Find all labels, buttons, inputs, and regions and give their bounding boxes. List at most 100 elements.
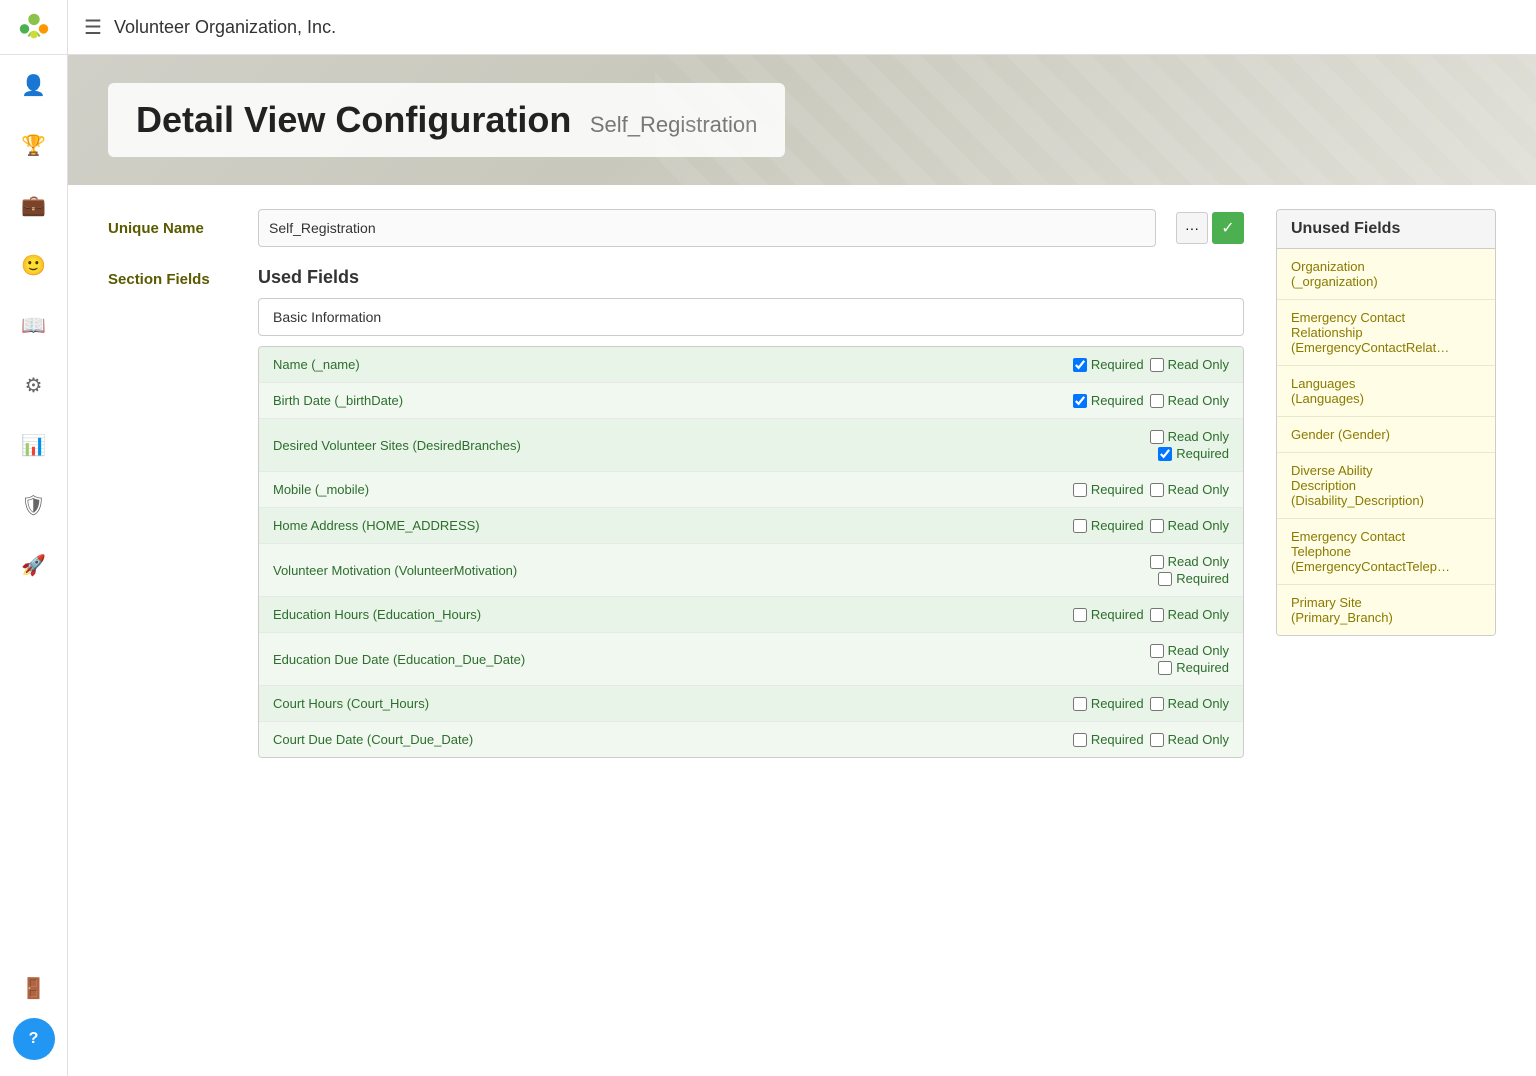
required-checkbox[interactable]: [1158, 447, 1172, 461]
readonly-label[interactable]: Read Only: [1150, 429, 1229, 444]
required-checkbox[interactable]: [1073, 697, 1087, 711]
field-row: Birth Date (_birthDate) Required Read On…: [259, 383, 1243, 419]
unused-fields-list: Organization(_organization) Emergency Co…: [1277, 249, 1495, 635]
required-label[interactable]: Required: [1158, 446, 1229, 461]
required-label[interactable]: Required: [1073, 518, 1144, 533]
readonly-checkbox[interactable]: [1150, 519, 1164, 533]
unused-field-item[interactable]: Emergency ContactRelationship(EmergencyC…: [1277, 300, 1495, 366]
unused-field-item[interactable]: Gender (Gender): [1277, 417, 1495, 453]
readonly-label[interactable]: Read Only: [1150, 482, 1229, 497]
unused-field-item[interactable]: Primary Site(Primary_Branch): [1277, 585, 1495, 635]
readonly-checkbox[interactable]: [1150, 697, 1164, 711]
field-row: Volunteer Motivation (VolunteerMotivatio…: [259, 544, 1243, 597]
fields-list: Name (_name) Required Read Only: [258, 346, 1244, 758]
award-icon[interactable]: 🏆: [0, 115, 68, 175]
required-checkbox[interactable]: [1073, 394, 1087, 408]
field-row: Mobile (_mobile) Required Read Only: [259, 472, 1243, 508]
readonly-label[interactable]: Read Only: [1150, 732, 1229, 747]
book-icon[interactable]: 📖: [0, 295, 68, 355]
readonly-checkbox[interactable]: [1150, 644, 1164, 658]
help-button[interactable]: ?: [13, 1018, 55, 1060]
required-label[interactable]: Required: [1073, 482, 1144, 497]
readonly-label[interactable]: Read Only: [1150, 393, 1229, 408]
used-fields-header: Used Fields: [258, 267, 1244, 288]
sidebar: 👤 🏆 💼 🙂 📖 ⚙ 📊 🛡 🚀 🚪 ?: [0, 0, 68, 1076]
left-column: Unique Name Self_Registration ··· ✓ Sect…: [108, 209, 1244, 1052]
confirm-button[interactable]: ✓: [1212, 212, 1244, 244]
unique-name-label: Unique Name: [108, 220, 238, 237]
readonly-checkbox[interactable]: [1150, 430, 1164, 444]
field-label: Birth Date (_birthDate): [273, 393, 1065, 408]
required-checkbox[interactable]: [1073, 483, 1087, 497]
briefcase-icon[interactable]: 💼: [0, 175, 68, 235]
required-label[interactable]: Required: [1158, 660, 1229, 675]
readonly-label[interactable]: Read Only: [1150, 357, 1229, 372]
unused-field-item[interactable]: Languages(Languages): [1277, 366, 1495, 417]
main-area: ☰ Volunteer Organization, Inc. Detail Vi…: [68, 0, 1536, 1076]
field-label: Desired Volunteer Sites (DesiredBranches…: [273, 438, 1142, 453]
unused-fields-panel: Unused Fields Organization(_organization…: [1276, 209, 1496, 636]
field-label: Name (_name): [273, 357, 1065, 372]
logo: [0, 0, 68, 55]
person-icon[interactable]: 👤: [0, 55, 68, 115]
page-subtitle: Self_Registration: [590, 112, 758, 137]
shield-icon[interactable]: 🛡: [0, 475, 68, 535]
readonly-checkbox[interactable]: [1150, 608, 1164, 622]
field-row: Home Address (HOME_ADDRESS) Required Rea…: [259, 508, 1243, 544]
required-label[interactable]: Required: [1073, 357, 1144, 372]
required-checkbox[interactable]: [1073, 358, 1087, 372]
gear-icon[interactable]: ⚙: [0, 355, 68, 415]
sidebar-bottom: 🚪 ?: [0, 958, 67, 1076]
field-checks: Required Read Only: [1073, 482, 1229, 497]
readonly-checkbox[interactable]: [1150, 358, 1164, 372]
required-checkbox[interactable]: [1073, 519, 1087, 533]
unused-field-item[interactable]: Emergency ContactTelephone(EmergencyCont…: [1277, 519, 1495, 585]
required-checkbox[interactable]: [1158, 572, 1172, 586]
field-checks: Required Read Only: [1073, 357, 1229, 372]
required-label[interactable]: Required: [1073, 732, 1144, 747]
field-checks: Read Only Required: [1150, 429, 1229, 461]
smile-icon[interactable]: 🙂: [0, 235, 68, 295]
required-checkbox[interactable]: [1073, 608, 1087, 622]
readonly-label[interactable]: Read Only: [1150, 696, 1229, 711]
rocket-icon[interactable]: 🚀: [0, 535, 68, 595]
field-checks: Required Read Only: [1073, 518, 1229, 533]
unique-name-input[interactable]: Self_Registration: [258, 209, 1156, 247]
right-column: Unused Fields Organization(_organization…: [1276, 209, 1496, 1052]
logout-icon[interactable]: 🚪: [0, 958, 68, 1018]
field-label: Education Due Date (Education_Due_Date): [273, 652, 1142, 667]
field-label: Education Hours (Education_Hours): [273, 607, 1065, 622]
readonly-label[interactable]: Read Only: [1150, 554, 1229, 569]
readonly-checkbox[interactable]: [1150, 733, 1164, 747]
banner-box: Detail View Configuration Self_Registrat…: [108, 83, 785, 157]
required-checkbox[interactable]: [1158, 661, 1172, 675]
readonly-checkbox[interactable]: [1150, 394, 1164, 408]
menu-icon[interactable]: ☰: [84, 15, 102, 40]
unused-field-item[interactable]: Organization(_organization): [1277, 249, 1495, 300]
required-label[interactable]: Required: [1073, 607, 1144, 622]
section-name-input[interactable]: Basic Information: [258, 298, 1244, 336]
readonly-label[interactable]: Read Only: [1150, 643, 1229, 658]
banner: Detail View Configuration Self_Registrat…: [68, 55, 1536, 185]
required-label[interactable]: Required: [1073, 696, 1144, 711]
readonly-checkbox[interactable]: [1150, 483, 1164, 497]
field-label: Volunteer Motivation (VolunteerMotivatio…: [273, 563, 1142, 578]
unique-name-row: Unique Name Self_Registration ··· ✓: [108, 209, 1244, 247]
readonly-label[interactable]: Read Only: [1150, 607, 1229, 622]
field-label: Court Hours (Court_Hours): [273, 696, 1065, 711]
content-area: Unique Name Self_Registration ··· ✓ Sect…: [68, 185, 1536, 1076]
field-label: Court Due Date (Court_Due_Date): [273, 732, 1065, 747]
required-label[interactable]: Required: [1158, 571, 1229, 586]
field-checks: Required Read Only: [1073, 393, 1229, 408]
chart-icon[interactable]: 📊: [0, 415, 68, 475]
required-label[interactable]: Required: [1073, 393, 1144, 408]
unused-field-item[interactable]: Diverse AbilityDescription(Disability_De…: [1277, 453, 1495, 519]
readonly-label[interactable]: Read Only: [1150, 518, 1229, 533]
dots-button[interactable]: ···: [1176, 212, 1208, 244]
readonly-checkbox[interactable]: [1150, 555, 1164, 569]
section-fields-row: Section Fields Used Fields Basic Informa…: [108, 267, 1244, 758]
unused-fields-header: Unused Fields: [1277, 210, 1495, 249]
input-actions: ··· ✓: [1176, 212, 1244, 244]
required-checkbox[interactable]: [1073, 733, 1087, 747]
field-checks: Required Read Only: [1073, 696, 1229, 711]
